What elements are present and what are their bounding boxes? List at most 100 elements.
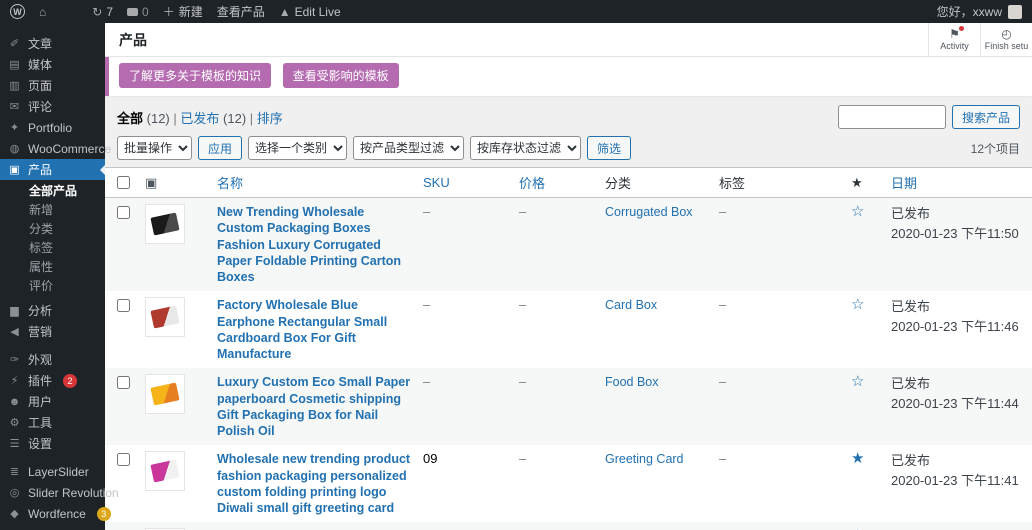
product-title-link[interactable]: Factory Wholesale Blue Earphone Rectangu… <box>217 297 411 362</box>
comments-menu[interactable]: 0 <box>127 5 149 19</box>
product-category-link[interactable]: Food Box <box>605 375 659 389</box>
column-header-date[interactable]: 日期 <box>885 168 1032 198</box>
sidebar-item-layerslider[interactable]: ≣LayerSlider <box>0 461 105 482</box>
filter-published-link[interactable]: 已发布 <box>180 111 219 126</box>
row-select-checkbox[interactable] <box>117 453 130 466</box>
product-price: – <box>513 445 599 522</box>
new-content-menu[interactable]: ＋ 新建 <box>163 3 203 20</box>
submenu-item-全部产品[interactable]: 全部产品 <box>0 182 105 201</box>
product-thumbnail[interactable] <box>145 297 185 337</box>
product-category-link[interactable]: Card Box <box>605 298 657 312</box>
product-title-link[interactable]: Wholesale new trending product fashion p… <box>217 451 411 516</box>
sidebar-item-评论[interactable]: ✉评论 <box>0 96 105 117</box>
submenu-item-属性[interactable]: 属性 <box>0 258 105 277</box>
flag-icon: ⚑ <box>949 28 960 40</box>
product-row: Luxury Custom Eco Small Paper paperboard… <box>105 368 1032 445</box>
sidebar-item-label: Portfolio <box>28 121 72 135</box>
sort-link[interactable]: 排序 <box>257 111 283 126</box>
sidebar-item-slider-revolution[interactable]: ◎Slider Revolution <box>0 482 105 503</box>
panel-tab-finish-setu[interactable]: ◴Finish setu <box>980 23 1032 56</box>
product-sku: – <box>417 368 513 445</box>
sidebar-item-文章[interactable]: ✐ 文章 <box>0 33 105 54</box>
row-select-checkbox[interactable] <box>117 206 130 219</box>
featured-star-icon[interactable]: ★ <box>851 450 864 467</box>
product-title-link[interactable]: Luxury Custom Eco Small Paper paperboard… <box>217 374 411 439</box>
stock-status-filter-select[interactable]: 按库存状态过滤 <box>470 136 581 160</box>
products-table: ▣ 名称 SKU 价格 分类 标签 ★ 日期 New Trending Whol… <box>105 167 1032 530</box>
bulk-actions-select[interactable]: 批量操作 <box>117 136 192 160</box>
pushpin-icon: ✐ <box>8 37 21 50</box>
product-thumbnail[interactable] <box>145 204 185 244</box>
sidebar-item-label: Slider Revolution <box>28 486 119 500</box>
panel-tab-label: Finish setu <box>985 41 1029 51</box>
comments-icon <box>127 8 138 16</box>
sidebar-item-营销[interactable]: ◀营销 <box>0 321 105 342</box>
apply-button[interactable]: 应用 <box>198 136 242 160</box>
sidebar-item-woocommerce[interactable]: ◍WooCommerce <box>0 138 105 159</box>
sidebar-item-label: 营销 <box>28 323 52 340</box>
tools-icon: ⚙ <box>8 416 21 429</box>
page-title: 产品 <box>105 30 147 50</box>
submenu-item-标签[interactable]: 标签 <box>0 239 105 258</box>
sidebar-item-用户[interactable]: ☻用户 <box>0 391 105 412</box>
wordfence-icon: ◆ <box>8 507 21 520</box>
learn-more-templates-button[interactable]: 了解更多关于模板的知识 <box>119 63 271 88</box>
product-category-link[interactable]: Corrugated Box <box>605 205 693 219</box>
submenu-item-分类[interactable]: 分类 <box>0 220 105 239</box>
row-select-checkbox[interactable] <box>117 376 130 389</box>
search-input[interactable] <box>838 105 946 129</box>
sidebar-item-设置[interactable]: ☰设置 <box>0 433 105 454</box>
sidebar-item-label: 文章 <box>28 35 52 52</box>
home-icon[interactable]: ⌂ <box>39 5 46 19</box>
featured-star-outline-icon[interactable]: ☆ <box>851 203 864 220</box>
product-price: – <box>513 368 599 445</box>
column-header-name[interactable]: 名称 <box>211 168 417 198</box>
column-header-price[interactable]: 价格 <box>513 168 599 198</box>
edit-live-icon: ▲ <box>279 5 291 19</box>
menu-separator <box>0 454 105 461</box>
edit-live-menu[interactable]: ▲ Edit Live <box>279 5 341 19</box>
product-title-link[interactable]: New Trending Wholesale Custom Packaging … <box>217 204 411 285</box>
view-affected-templates-button[interactable]: 查看受影响的模板 <box>283 63 399 88</box>
filter-row: 批量操作 应用 选择一个类别 按产品类型过滤 按库存状态过滤 筛选 12个项目 <box>105 132 1032 167</box>
submenu-item-评价[interactable]: 评价 <box>0 277 105 296</box>
panel-tab-activity[interactable]: ⚑Activity <box>928 23 980 56</box>
avatar[interactable] <box>1008 5 1022 19</box>
featured-star-outline-icon[interactable]: ☆ <box>851 296 864 313</box>
product-category-link[interactable]: Greeting Card <box>605 452 684 466</box>
sidebar-item-产品[interactable]: ▣产品 <box>0 159 105 180</box>
sidebar-item-插件[interactable]: ⚡插件2 <box>0 370 105 391</box>
wordpress-admin: W ⌂ ↻ 7 0 ＋ 新建 查看产品 ▲ Edit Live 您好，xxww <box>0 0 1032 530</box>
sidebar-item-外观[interactable]: ✑外观 <box>0 349 105 370</box>
select-all-checkbox[interactable] <box>117 176 130 189</box>
date-cell: 已发布2020-01-23 下午11:38 <box>885 522 1032 530</box>
sidebar-item-工具[interactable]: ⚙工具 <box>0 412 105 433</box>
sidebar-item-wordfence[interactable]: ◆Wordfence3 <box>0 503 105 524</box>
featured-star-outline-icon[interactable]: ☆ <box>851 373 864 390</box>
submenu-item-新增[interactable]: 新增 <box>0 201 105 220</box>
product-type-filter-select[interactable]: 按产品类型过滤 <box>353 136 464 160</box>
status-filter-links: 全部 (12) | 已发布 (12) | 排序 <box>117 108 283 127</box>
category-filter-select[interactable]: 选择一个类别 <box>248 136 347 160</box>
sidebar-item-媒体[interactable]: ▤媒体 <box>0 54 105 75</box>
admin-toolbar: W ⌂ ↻ 7 0 ＋ 新建 查看产品 ▲ Edit Live 您好，xxww <box>0 0 1032 23</box>
sidebar-item-portfolio[interactable]: ✦Portfolio <box>0 117 105 138</box>
updates-menu[interactable]: ↻ 7 <box>92 5 113 19</box>
product-thumbnail[interactable] <box>145 451 185 491</box>
date-cell: 已发布2020-01-23 下午11:41 <box>885 445 1032 522</box>
product-thumbnail[interactable] <box>145 374 185 414</box>
filter-button[interactable]: 筛选 <box>587 136 631 160</box>
product-row: Wholesale new trending product fashion p… <box>105 445 1032 522</box>
sidebar-item-分析[interactable]: ▆分析 <box>0 300 105 321</box>
new-content-label: 新建 <box>179 3 203 20</box>
sidebar-item-页面[interactable]: ▥页面 <box>0 75 105 96</box>
sidebar-item-label: 媒体 <box>28 56 52 73</box>
wordpress-logo-icon[interactable]: W <box>10 4 25 19</box>
row-select-checkbox[interactable] <box>117 299 130 312</box>
search-products-button[interactable]: 搜索产品 <box>952 105 1020 129</box>
view-product-link[interactable]: 查看产品 <box>217 3 265 20</box>
user-greeting[interactable]: 您好，xxww <box>937 3 1002 20</box>
filter-all-link[interactable]: 全部 <box>117 111 143 126</box>
column-header-sku[interactable]: SKU <box>417 168 513 198</box>
comments-count: 0 <box>142 5 149 19</box>
